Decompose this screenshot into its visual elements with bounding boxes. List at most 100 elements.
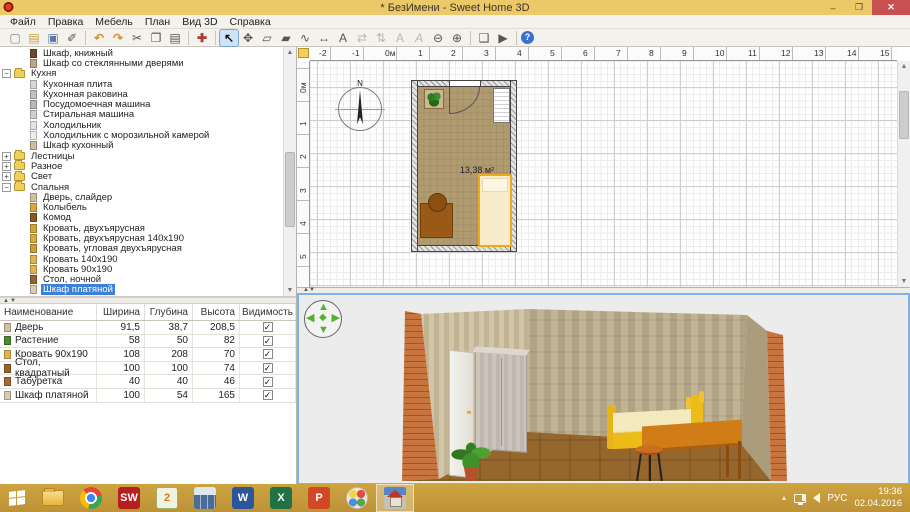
pan-tool-button[interactable]: ✥: [239, 30, 257, 46]
catalog-item-11[interactable]: +Лестницы: [0, 151, 283, 161]
taskbar-app-chrome[interactable]: [72, 484, 110, 512]
help-button[interactable]: ?: [521, 31, 534, 44]
catalog-item-12[interactable]: +Разное: [0, 161, 283, 171]
catalog-item-16[interactable]: Колыбель: [0, 202, 283, 212]
room-outline[interactable]: 13,38 м²: [411, 80, 517, 252]
flip-vertical-button[interactable]: ⇅: [372, 30, 390, 46]
table-row[interactable]: Стол, квадратный10010074✓: [0, 362, 296, 376]
plan-canvas[interactable]: N 13,38: [310, 61, 897, 287]
taskbar-app-2gis[interactable]: 2: [148, 484, 186, 512]
visibility-checkbox[interactable]: ✓: [263, 363, 273, 373]
taskbar-app-powerpoint[interactable]: P: [300, 484, 338, 512]
catalog-item-19[interactable]: Кровать, двухъярусная 140x190: [0, 233, 283, 243]
wall-west[interactable]: [411, 80, 418, 252]
nav-down-icon[interactable]: ▼: [318, 325, 329, 336]
table-row[interactable]: Дверь91,538,7208,5✓: [0, 321, 296, 335]
create-photo-button[interactable]: ❑: [475, 30, 493, 46]
nav-right-icon[interactable]: ▶: [332, 313, 340, 324]
column-header-3[interactable]: Глубина: [145, 304, 193, 320]
select-tool-button[interactable]: ↖: [220, 30, 238, 46]
plan-2d-panel[interactable]: -2-10м123456789101112131415 0м123456 N: [297, 47, 910, 288]
catalog-item-6[interactable]: Посудомоечная машина: [0, 99, 283, 109]
tree-toggle-icon[interactable]: +: [2, 172, 11, 181]
catalog-table-splitter[interactable]: ▲▼: [0, 297, 296, 304]
catalog-item-20[interactable]: Кровать, угловая двухъярусная: [0, 244, 283, 254]
catalog-item-22[interactable]: Кровать 90x190: [0, 264, 283, 274]
catalog-item-14[interactable]: −Спальня: [0, 182, 283, 192]
catalog-item-17[interactable]: Комод: [0, 213, 283, 223]
create-rooms-button[interactable]: ▰: [277, 30, 295, 46]
door-opening[interactable]: [449, 80, 481, 87]
column-header-1[interactable]: Наименование: [0, 304, 97, 320]
catalog-item-21[interactable]: Кровать 140x190: [0, 254, 283, 264]
zoom-in-button[interactable]: ⊕: [448, 30, 466, 46]
close-button[interactable]: ✕: [872, 0, 910, 15]
add-furniture-button[interactable]: ✚: [193, 30, 211, 46]
visibility-checkbox[interactable]: ✓: [263, 322, 273, 332]
create-polylines-button[interactable]: ∿: [296, 30, 314, 46]
style-bold-button[interactable]: A: [391, 30, 409, 46]
catalog-item-5[interactable]: Кухонная раковина: [0, 89, 283, 99]
catalog-item-8[interactable]: Холодильник: [0, 120, 283, 130]
create-video-button[interactable]: ▶: [494, 30, 512, 46]
volume-icon[interactable]: [813, 493, 820, 503]
zoom-out-button[interactable]: ⊖: [429, 30, 447, 46]
taskbar-app-excel[interactable]: X: [262, 484, 300, 512]
catalog-item-15[interactable]: Дверь, слайдер: [0, 192, 283, 202]
style-italic-button[interactable]: A: [410, 30, 428, 46]
paste-button[interactable]: ▤: [166, 30, 184, 46]
taskbar-app-calculator[interactable]: [186, 484, 224, 512]
column-header-5[interactable]: Видимость: [240, 304, 296, 320]
scrollbar-thumb[interactable]: [285, 152, 295, 227]
table-row[interactable]: Шкаф платяной10054165✓: [0, 389, 296, 403]
save-plan-button[interactable]: ▣: [44, 30, 62, 46]
tree-toggle-icon[interactable]: +: [2, 162, 11, 171]
copy-button[interactable]: ❐: [147, 30, 165, 46]
north-compass[interactable]: N: [338, 87, 382, 131]
flip-horizontal-button[interactable]: ⇄: [353, 30, 371, 46]
redo-button[interactable]: ↷: [109, 30, 127, 46]
visibility-checkbox[interactable]: ✓: [263, 336, 273, 346]
catalog-item-2[interactable]: Шкаф со стеклянными дверями: [0, 58, 283, 68]
new-plan-button[interactable]: ▢: [6, 30, 24, 46]
catalog-item-13[interactable]: +Свет: [0, 172, 283, 182]
maximize-button[interactable]: ❐: [846, 0, 872, 15]
scroll-up-icon[interactable]: ▲: [284, 47, 296, 58]
catalog-item-10[interactable]: Шкаф кухонный: [0, 141, 283, 151]
catalog-item-23[interactable]: Стол, ночной: [0, 275, 283, 285]
plan-bed[interactable]: [478, 174, 512, 247]
taskbar-app-graphics-app[interactable]: [338, 484, 376, 512]
catalog-item-4[interactable]: Кухонная плита: [0, 79, 283, 89]
tree-toggle-icon[interactable]: +: [2, 152, 11, 161]
taskbar-app-solidworks[interactable]: SW: [110, 484, 148, 512]
catalog-item-3[interactable]: −Кухня: [0, 69, 283, 79]
visibility-checkbox[interactable]: ✓: [263, 349, 273, 359]
scroll-down-icon[interactable]: ▼: [284, 285, 296, 296]
hidden-icons-button[interactable]: ▲: [780, 495, 787, 502]
menu-4[interactable]: План: [139, 16, 176, 28]
preferences-button[interactable]: ✐: [63, 30, 81, 46]
clock[interactable]: 19:36 02.04.2016: [854, 486, 902, 510]
start-button[interactable]: [0, 484, 34, 512]
table-row[interactable]: Табуретка404046✓: [0, 375, 296, 389]
minimize-button[interactable]: –: [820, 0, 846, 15]
plan-plant[interactable]: [424, 89, 444, 109]
open-plan-button[interactable]: ▤: [25, 30, 43, 46]
catalog-item-7[interactable]: Стиральная машина: [0, 110, 283, 120]
visibility-checkbox[interactable]: ✓: [263, 390, 273, 400]
taskbar-app-word[interactable]: W: [224, 484, 262, 512]
view-3d-panel[interactable]: ▲ ▼ ◀ ▶ ◆: [297, 293, 910, 485]
catalog-item-9[interactable]: Холодильник с морозильной камерой: [0, 130, 283, 140]
furniture-catalog-tree[interactable]: Шкаф, книжныйШкаф со стеклянными дверями…: [0, 47, 296, 297]
catalog-item-24[interactable]: Шкаф платяной: [0, 285, 283, 295]
tree-toggle-icon[interactable]: −: [2, 183, 11, 192]
nav-left-icon[interactable]: ◀: [306, 313, 314, 324]
3d-navigation-control[interactable]: ▲ ▼ ◀ ▶ ◆: [304, 300, 342, 338]
menu-3[interactable]: Мебель: [89, 16, 139, 28]
language-indicator[interactable]: РУС: [827, 493, 847, 504]
catalog-item-18[interactable]: Кровать, двухъярусная: [0, 223, 283, 233]
menu-2[interactable]: Правка: [42, 16, 89, 28]
tree-toggle-icon[interactable]: −: [2, 69, 11, 78]
visibility-checkbox[interactable]: ✓: [263, 377, 273, 387]
column-header-2[interactable]: Ширина: [97, 304, 145, 320]
